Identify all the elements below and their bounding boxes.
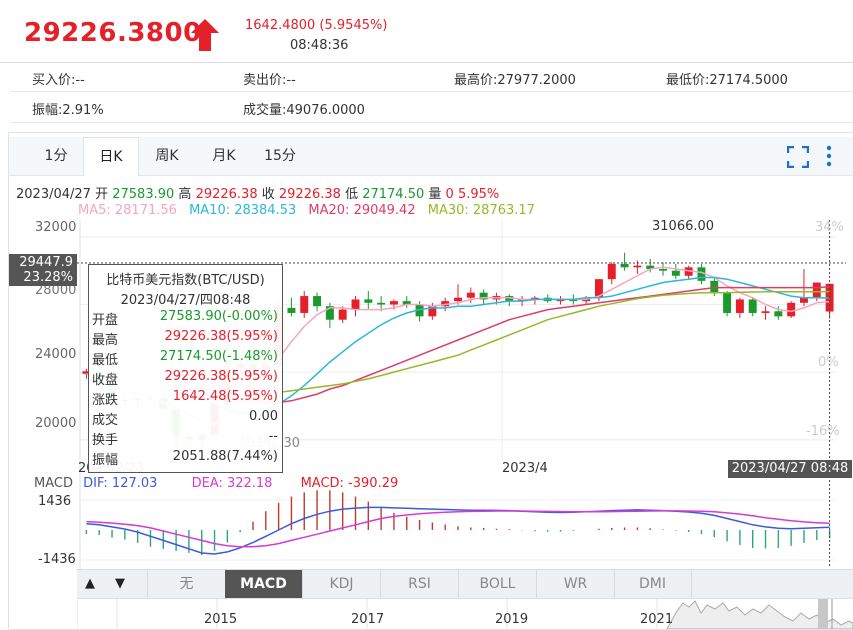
tooltip-row-change: 涨跌 1642.48(5.95%) — [92, 389, 278, 408]
indicator-boll[interactable]: BOLL — [459, 570, 537, 598]
candle — [748, 299, 757, 313]
y-tick-32000: 32000 — [35, 220, 77, 235]
candle — [761, 311, 770, 313]
overview-year-2019: 2019 — [495, 612, 529, 627]
cursor-price: 29447.9 — [19, 255, 73, 270]
indicator-wr[interactable]: WR — [537, 570, 615, 598]
ohlc-tooltip: 比特币美元指数(BTC/USD) 2023/04/27/四08:48 开盘 275… — [88, 264, 283, 473]
macd-line-dif — [86, 506, 830, 555]
dif-label: DIF: 127.03 — [83, 476, 158, 491]
overview-year-2021: 2021 — [640, 612, 674, 627]
candle — [735, 299, 744, 313]
x-cursor-label: 2023/04/27 08:48 — [728, 460, 852, 478]
candle — [620, 263, 629, 268]
cursor-pct: 23.28% — [23, 270, 73, 285]
candle — [710, 280, 719, 293]
candle — [389, 301, 398, 305]
pct-low: -16% — [806, 424, 840, 439]
pct-top: 34% — [815, 220, 844, 235]
overview-navigator[interactable]: 2015 2017 2019 2021 — [77, 598, 853, 629]
overview-year-2017: 2017 — [351, 612, 385, 627]
overview-sparkline — [77, 599, 853, 629]
tooltip-row-high: 最高 29226.38(5.95%) — [92, 329, 278, 348]
candle — [287, 307, 296, 313]
candle — [300, 296, 309, 313]
macd-y-bottom: -1436 — [38, 552, 76, 567]
candle — [338, 309, 347, 320]
tooltip-row-low: 最低 27174.50(-1.48%) — [92, 349, 278, 368]
candle — [774, 311, 783, 317]
candle — [723, 292, 732, 313]
y-tick-24000: 24000 — [35, 347, 77, 362]
pct-zero: 0% — [818, 355, 839, 370]
candle — [633, 265, 642, 268]
candle — [313, 296, 322, 307]
macd-legend: MACD DIF: 127.03 DEA: 322.18 MACD: -390.… — [34, 476, 398, 491]
dea-label: DEA: 322.18 — [191, 476, 273, 491]
candle — [364, 299, 373, 303]
tooltip-row-open: 开盘 27583.90(-0.00%) — [92, 309, 278, 328]
macd-y-top: 1436 — [38, 494, 72, 509]
peak-label: 31066.00 — [652, 219, 715, 234]
macd-title: MACD — [34, 476, 73, 491]
y-tick-20000: 20000 — [35, 416, 77, 431]
candle — [787, 302, 796, 317]
tooltip-row-close: 收盘 29226.38(5.95%) — [92, 369, 278, 388]
cursor-price-box: 29447.9 23.28% — [9, 254, 77, 286]
candle — [351, 299, 360, 310]
candle — [671, 270, 680, 276]
candle — [659, 269, 667, 271]
candle — [377, 302, 386, 305]
indicator-none[interactable]: 无 — [147, 570, 226, 598]
tooltip-row-turnover: 成交 0.00 — [92, 409, 278, 428]
scroll-up-button[interactable]: ▲ — [79, 570, 101, 598]
candle — [799, 297, 808, 303]
indicator-dmi[interactable]: DMI — [614, 570, 692, 598]
indicator-macd[interactable]: MACD — [225, 570, 303, 598]
indicator-bar: ▲ ▼ 无 MACD KDJ RSI BOLL WR DMI — [77, 569, 853, 598]
candle — [466, 292, 475, 298]
indicator-rsi[interactable]: RSI — [381, 570, 459, 598]
scroll-down-button[interactable]: ▼ — [109, 570, 131, 598]
candle — [607, 263, 616, 280]
tooltip-datetime: 2023/04/27/四08:48 — [120, 293, 251, 308]
x-label-mid: 2023/4 — [502, 461, 548, 476]
candle — [812, 282, 821, 298]
tooltip-title: 比特币美元指数(BTC/USD) — [106, 273, 265, 288]
overview-year-2015: 2015 — [204, 612, 238, 627]
candle — [454, 297, 462, 302]
indicator-kdj[interactable]: KDJ — [303, 570, 381, 598]
tooltip-row-handover: 换手 -- — [92, 429, 278, 448]
tooltip-row-amplitude: 振幅 2051.88(7.44%) — [92, 449, 278, 468]
macd-value-label: MACD: -390.29 — [300, 476, 399, 491]
